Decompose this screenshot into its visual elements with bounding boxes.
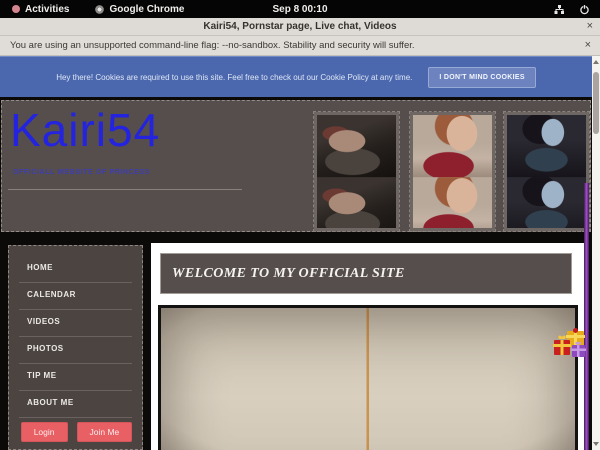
cookie-accept-button[interactable]: I DON'T MIND COOKIES xyxy=(428,67,535,88)
welcome-heading: WELCOME TO MY OFFICIAL SITE xyxy=(160,253,572,294)
gift-boxes-icon[interactable] xyxy=(551,327,592,365)
join-button[interactable]: Join Me xyxy=(77,422,133,442)
header-thumbnail-bedroom[interactable] xyxy=(314,112,399,231)
site-title[interactable]: Kairi54 xyxy=(10,103,160,157)
header-thumbnail-red-lingerie[interactable] xyxy=(410,112,495,231)
sidebar-item-videos[interactable]: VIDEOS xyxy=(19,310,132,337)
header-divider xyxy=(8,189,242,190)
window-titlebar: Kairi54, Pornstar page, Live chat, Video… xyxy=(0,18,600,36)
system-top-bar: Activities Google Chrome Sep 8 00:10 xyxy=(0,0,600,18)
network-tree-icon[interactable] xyxy=(554,4,565,15)
sidebar-item-about-me[interactable]: ABOUT ME xyxy=(19,391,132,418)
infobar-close-icon[interactable]: × xyxy=(585,39,591,51)
clock[interactable]: Sep 8 00:10 xyxy=(0,4,600,15)
sidebar-item-home[interactable]: HOME xyxy=(19,256,132,283)
cookie-message: Hey there! Cookies are required to use t… xyxy=(56,73,412,82)
window-close-icon[interactable]: × xyxy=(587,20,593,32)
scrollbar-thumb[interactable] xyxy=(593,72,599,134)
cookie-notice-bar: Hey there! Cookies are required to use t… xyxy=(0,56,592,97)
sidebar-item-calendar[interactable]: CALENDAR xyxy=(19,283,132,310)
infobar-message: You are using an unsupported command-lin… xyxy=(10,40,415,51)
login-button[interactable]: Login xyxy=(21,422,68,442)
screen: Activities Google Chrome Sep 8 00:10 xyxy=(0,0,600,450)
sidebar-item-photos[interactable]: PHOTOS xyxy=(19,337,132,364)
main-content: WELCOME TO MY OFFICIAL SITE xyxy=(151,243,585,450)
page-scrollbar[interactable] xyxy=(592,56,600,450)
site-header: Kairi54 OFFICIALL WEBSITE OF PRINCESS xyxy=(1,100,591,232)
page-edge-decoration xyxy=(584,183,589,450)
page-viewport: Hey there! Cookies are required to use t… xyxy=(0,56,600,450)
scroll-up-icon[interactable] xyxy=(593,60,599,64)
window-title: Kairi54, Pornstar page, Live chat, Video… xyxy=(203,21,396,32)
chrome-infobar: You are using an unsupported command-lin… xyxy=(0,36,600,56)
power-icon[interactable] xyxy=(579,4,590,15)
sidebar-nav: HOME CALENDAR VIDEOS PHOTOS TIP ME ABOUT… xyxy=(8,245,143,450)
main-photo xyxy=(158,305,578,450)
scroll-down-icon[interactable] xyxy=(593,442,599,446)
site-tagline: OFFICIALL WEBSITE OF PRINCESS xyxy=(13,169,150,176)
header-thumbnail-blue-tint[interactable] xyxy=(504,112,589,231)
sidebar-item-tip-me[interactable]: TIP ME xyxy=(19,364,132,391)
